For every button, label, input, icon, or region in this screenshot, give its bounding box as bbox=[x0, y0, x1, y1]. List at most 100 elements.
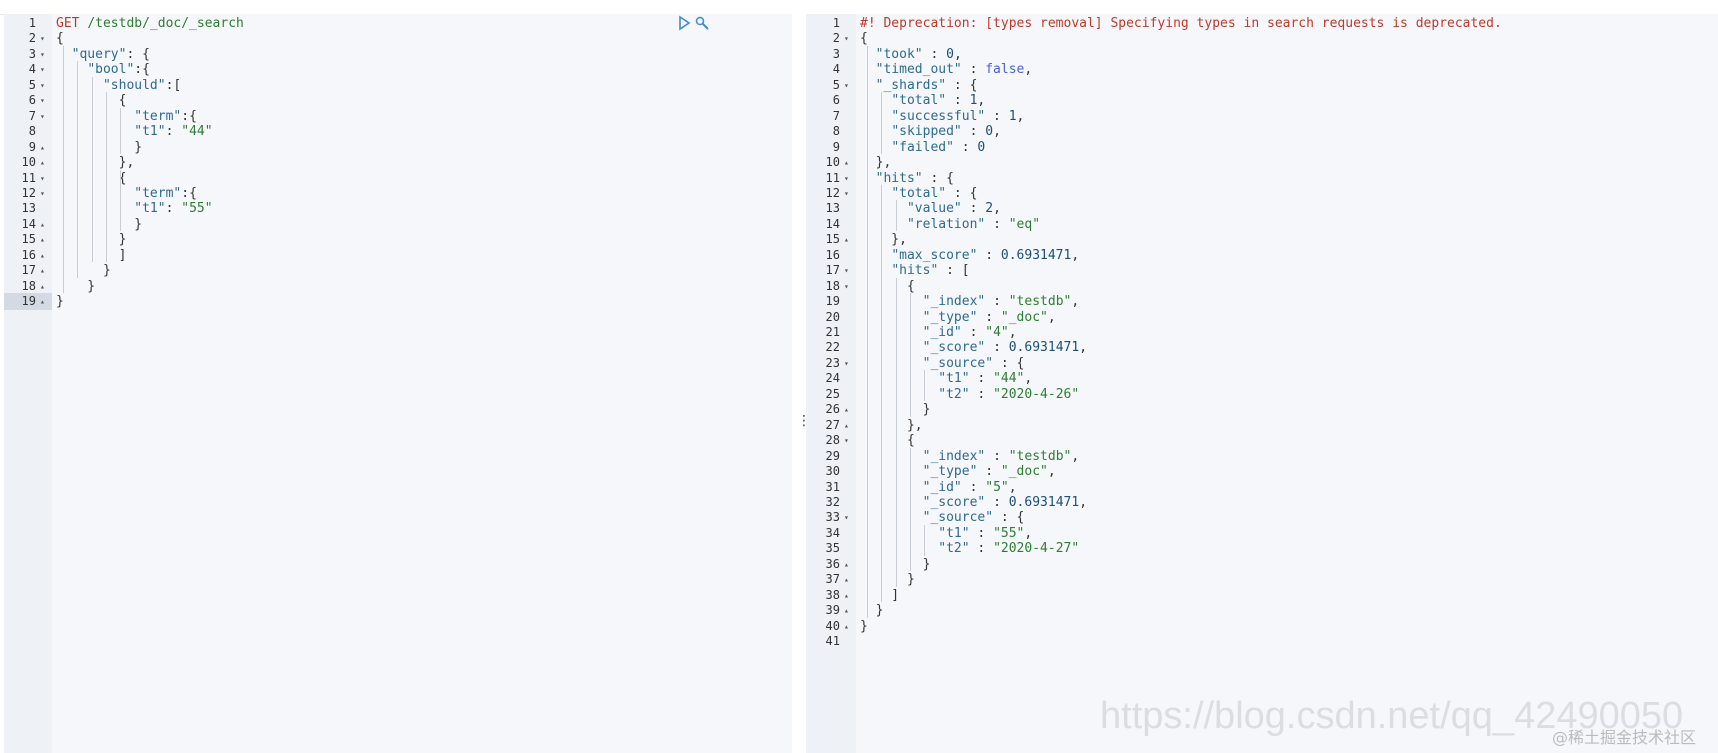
fold-collapse-icon[interactable]: ▾ bbox=[844, 262, 849, 279]
fold-collapse-icon[interactable]: ▾ bbox=[844, 170, 849, 187]
play-icon[interactable] bbox=[675, 14, 693, 32]
response-viewer[interactable]: 1 2 ▾ 3 4 5 ▾ 6 7 8 9 10 ▴ 11 ▾ 12 ▾ 13 14 15 ▴ 16 17 ▾ 18 ▾ 19 20 2… bbox=[806, 14, 1718, 753]
line-number: 1 bbox=[832, 16, 840, 30]
code-token: : bbox=[922, 46, 947, 62]
fold-end-icon[interactable]: ▴ bbox=[40, 216, 45, 233]
fold-collapse-icon[interactable]: ▾ bbox=[844, 30, 849, 47]
indent-guide bbox=[105, 92, 107, 263]
line-number: 2 bbox=[832, 31, 840, 46]
line-number: 25 bbox=[825, 386, 840, 401]
line-number: 18 bbox=[825, 278, 840, 293]
response-code-line: "hits" : { bbox=[860, 170, 954, 187]
fold-end-icon[interactable]: ▴ bbox=[844, 401, 849, 418]
indent-guide bbox=[909, 293, 911, 417]
response-code-line: "took" : 0, bbox=[860, 46, 962, 63]
code-token: : bbox=[969, 371, 994, 387]
line-number: 27 bbox=[825, 417, 840, 432]
fold-end-icon[interactable]: ▴ bbox=[844, 618, 849, 635]
fold-collapse-icon[interactable]: ▾ bbox=[40, 92, 45, 109]
request-code-area[interactable]: GET /testdb/_doc/_search{ "query": { "bo… bbox=[52, 14, 792, 753]
code-token: : { bbox=[993, 510, 1025, 526]
response-code-line: "relation" : "eq" bbox=[860, 216, 1040, 233]
fold-end-icon[interactable]: ▴ bbox=[844, 587, 849, 604]
response-code-line: { bbox=[860, 278, 915, 295]
line-number: 11 bbox=[825, 170, 840, 185]
code-token: , bbox=[1071, 247, 1080, 263]
fold-end-icon[interactable]: ▴ bbox=[40, 278, 45, 295]
code-token: : bbox=[961, 325, 986, 340]
request-code-line: "query": { bbox=[56, 46, 150, 63]
fold-collapse-icon[interactable]: ▾ bbox=[844, 509, 849, 526]
fold-collapse-icon[interactable]: ▾ bbox=[40, 77, 45, 94]
line-number: 8 bbox=[28, 124, 36, 139]
code-token: "query" bbox=[71, 46, 127, 62]
fold-end-icon[interactable]: ▴ bbox=[40, 247, 45, 264]
code-token: 0 bbox=[946, 46, 954, 62]
indent-guide bbox=[119, 169, 121, 232]
fold-collapse-icon[interactable]: ▾ bbox=[844, 77, 849, 94]
fold-end-icon[interactable]: ▴ bbox=[40, 231, 45, 248]
indent-guide bbox=[881, 184, 883, 603]
fold-collapse-icon[interactable]: ▾ bbox=[40, 30, 45, 47]
code-token: 1 bbox=[1008, 108, 1017, 124]
fold-collapse-icon[interactable]: ▾ bbox=[40, 61, 45, 78]
fold-end-icon[interactable]: ▴ bbox=[844, 154, 849, 171]
line-number: 20 bbox=[825, 309, 840, 324]
code-token: false bbox=[985, 62, 1025, 78]
fold-collapse-icon[interactable]: ▾ bbox=[40, 108, 45, 125]
line-number: 32 bbox=[825, 494, 840, 509]
fold-end-icon[interactable]: ▴ bbox=[844, 602, 849, 619]
fold-end-icon[interactable]: ▴ bbox=[844, 556, 849, 573]
fold-collapse-icon[interactable]: ▾ bbox=[844, 432, 849, 449]
request-code-line: "bool":{ bbox=[56, 61, 150, 78]
line-number: 19 bbox=[21, 294, 36, 309]
response-code-line: "t2" : "2020-4-27" bbox=[860, 540, 1079, 557]
fold-collapse-icon[interactable]: ▾ bbox=[40, 170, 45, 187]
fold-collapse-icon[interactable]: ▾ bbox=[40, 185, 45, 202]
pane-splitter[interactable]: ⋮ bbox=[792, 14, 811, 753]
line-number: 35 bbox=[825, 541, 840, 556]
line-number: 40 bbox=[825, 618, 840, 633]
code-token: GET bbox=[56, 16, 80, 31]
fold-end-icon[interactable]: ▴ bbox=[40, 262, 45, 279]
code-token: "hits" bbox=[875, 170, 923, 186]
code-token: "_shards" bbox=[875, 77, 947, 93]
line-number: 7 bbox=[28, 108, 36, 123]
code-token: "hits" bbox=[891, 263, 939, 279]
code-token: "t1" bbox=[938, 525, 970, 541]
fold-collapse-icon[interactable]: ▾ bbox=[844, 278, 849, 295]
response-code-line: "hits" : [ bbox=[860, 262, 969, 279]
code-token: } bbox=[56, 216, 143, 232]
fold-end-icon[interactable]: ▴ bbox=[844, 231, 849, 248]
indent-guide bbox=[895, 200, 897, 232]
code-token: : bbox=[985, 216, 1009, 232]
code-token: } bbox=[860, 618, 868, 634]
fold-collapse-icon[interactable]: ▾ bbox=[40, 46, 45, 63]
fold-end-icon[interactable]: ▴ bbox=[40, 154, 45, 171]
fold-end-icon[interactable]: ▴ bbox=[40, 293, 45, 310]
code-token: "relation" bbox=[906, 216, 986, 232]
code-token: , bbox=[1008, 479, 1017, 495]
wrench-icon[interactable] bbox=[693, 14, 711, 32]
indent-guide bbox=[63, 45, 65, 294]
response-code-area[interactable]: #! Deprecation: [types removal] Specifyi… bbox=[856, 14, 1718, 753]
line-number: 12 bbox=[825, 185, 840, 200]
fold-end-icon[interactable]: ▴ bbox=[40, 139, 45, 156]
response-code-line: "timed_out" : false, bbox=[860, 61, 1033, 78]
fold-collapse-icon[interactable]: ▾ bbox=[844, 185, 849, 202]
fold-end-icon[interactable]: ▴ bbox=[844, 571, 849, 588]
code-token: "total" bbox=[891, 185, 947, 201]
code-token: : bbox=[953, 139, 978, 155]
request-editor[interactable]: 1 2 ▾ 3 ▾ 4 ▾ 5 ▾ 6 ▾ 7 ▾ 8 9 ▴ 10 ▴ 11 ▾ 12 ▾ 13 14 ▴ 15 ▴ 16 ▴ 17 ▴ 1… bbox=[4, 14, 792, 753]
response-code-line: "max_score" : 0.6931471, bbox=[860, 247, 1079, 264]
fold-collapse-icon[interactable]: ▾ bbox=[844, 355, 849, 372]
response-code-line: "failed" : 0 bbox=[860, 139, 985, 156]
fold-end-icon[interactable]: ▴ bbox=[844, 417, 849, 434]
code-token: "bool" bbox=[87, 62, 135, 78]
